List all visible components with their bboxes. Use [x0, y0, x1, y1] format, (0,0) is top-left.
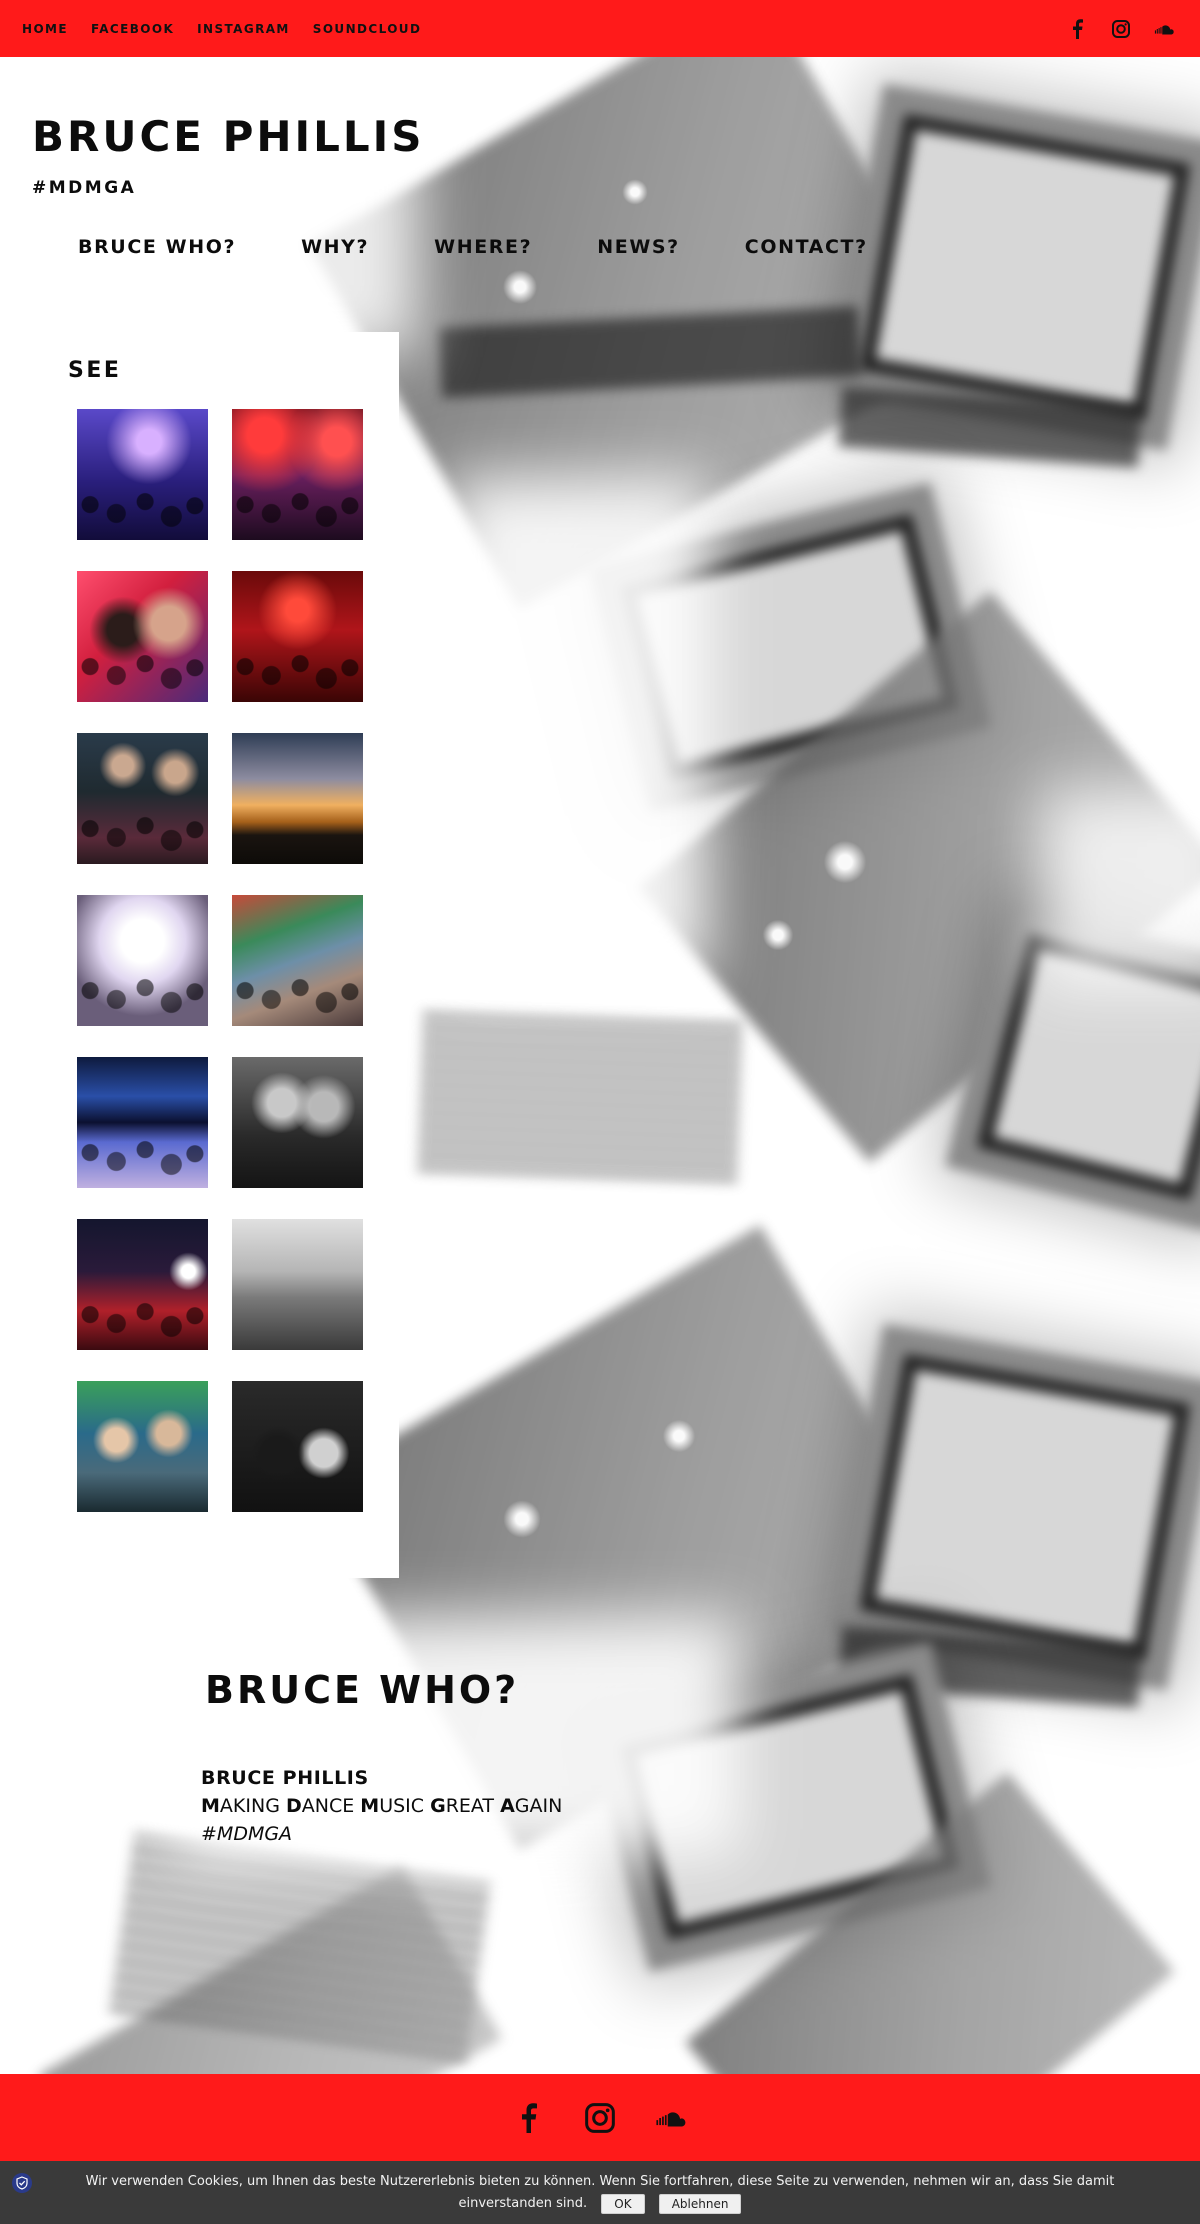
gallery-photo-4[interactable]: [232, 571, 363, 702]
cookie-message: Wir verwenden Cookies, um Ihnen das best…: [85, 2174, 1115, 2211]
gallery-photo-12[interactable]: [232, 1219, 363, 1350]
gallery-photo-3[interactable]: [77, 571, 208, 702]
motto-initial: M: [201, 1795, 220, 1817]
top-nav: HOME FACEBOOK INSTAGRAM SOUNDCLOUD: [22, 22, 421, 36]
gallery-photo-1[interactable]: [77, 409, 208, 540]
gallery-photo-8[interactable]: [232, 895, 363, 1026]
motto-rest: REAT: [445, 1795, 501, 1817]
top-nav-home[interactable]: HOME: [22, 22, 68, 36]
soundcloud-icon[interactable]: [1154, 18, 1176, 40]
gallery-photo-6[interactable]: [232, 733, 363, 864]
main-nav-news[interactable]: NEWS?: [597, 236, 680, 258]
soundcloud-icon[interactable]: [655, 2101, 689, 2135]
motto-initial: D: [285, 1795, 302, 1817]
gallery-photo-13[interactable]: [77, 1381, 208, 1512]
facebook-icon[interactable]: [1066, 18, 1088, 40]
main-nav-bruce-who[interactable]: BRUCE WHO?: [78, 236, 236, 258]
top-bar: HOME FACEBOOK INSTAGRAM SOUNDCLOUD: [0, 0, 1200, 57]
instagram-icon[interactable]: [1110, 18, 1132, 40]
motto-rest: GAIN: [514, 1795, 563, 1817]
gallery-photo-10[interactable]: [232, 1057, 363, 1188]
motto-rest: AKING: [219, 1795, 286, 1817]
artist-name: BRUCE PHILLIS: [201, 1767, 369, 1789]
gallery-grid: [77, 409, 363, 1512]
motto-initial: G: [430, 1795, 446, 1817]
gallery-photo-7[interactable]: [77, 895, 208, 1026]
bruce-who-text: BRUCE PHILLIS MAKING DANCE MUSIC GREAT A…: [201, 1764, 562, 1848]
cookie-ok-button[interactable]: OK: [601, 2193, 645, 2214]
main-nav-contact[interactable]: CONTACT?: [745, 236, 868, 258]
main-nav-why[interactable]: WHY?: [301, 236, 369, 258]
bruce-who-heading: BRUCE WHO?: [205, 1668, 520, 1712]
motto-rest: ANCE: [301, 1795, 361, 1817]
main-nav: BRUCE WHO? WHY? WHERE? NEWS? CONTACT?: [78, 236, 933, 258]
gallery-photo-5[interactable]: [77, 733, 208, 864]
cookie-notice: Wir verwenden Cookies, um Ihnen das best…: [0, 2161, 1200, 2224]
main-nav-where[interactable]: WHERE?: [434, 236, 532, 258]
motto: MAKING DANCE MUSIC GREAT AGAIN: [201, 1792, 562, 1820]
motto-rest: USIC: [379, 1795, 431, 1817]
footer-social-bar: [0, 2074, 1200, 2161]
motto-initial: M: [360, 1795, 380, 1817]
gallery-photo-9[interactable]: [77, 1057, 208, 1188]
photo-gallery: SEE: [41, 332, 399, 1578]
privacy-shield-icon[interactable]: [11, 2172, 33, 2194]
motto-initial: A: [500, 1795, 515, 1817]
gallery-photo-11[interactable]: [77, 1219, 208, 1350]
top-nav-instagram[interactable]: INSTAGRAM: [197, 22, 290, 36]
gallery-photo-2[interactable]: [232, 409, 363, 540]
cookie-decline-button[interactable]: Ablehnen: [658, 2193, 742, 2214]
site-title[interactable]: BRUCE PHILLIS: [32, 112, 425, 161]
top-social-icons: [1066, 18, 1178, 40]
hashtag: #MDMGA: [201, 1823, 293, 1845]
gallery-heading: SEE: [68, 358, 122, 383]
site-tagline: #MDMGA: [32, 178, 137, 198]
gallery-photo-14[interactable]: [232, 1381, 363, 1512]
instagram-icon[interactable]: [583, 2101, 617, 2135]
top-nav-facebook[interactable]: FACEBOOK: [91, 22, 174, 36]
top-nav-soundcloud[interactable]: SOUNDCLOUD: [313, 22, 422, 36]
facebook-icon[interactable]: [511, 2101, 545, 2135]
